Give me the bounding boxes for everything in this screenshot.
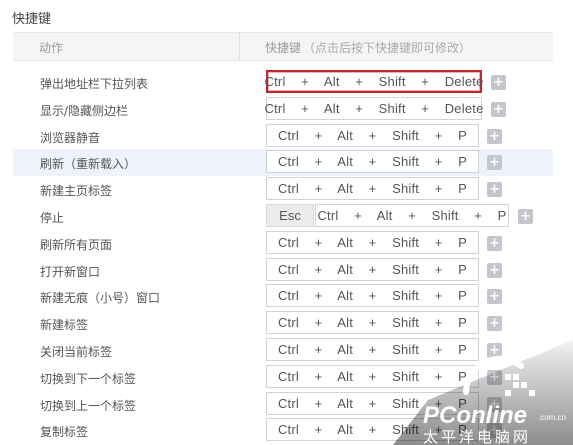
header-action: 动作 (39, 41, 64, 55)
shortcut-row: 刷新（重新载入） Ctrl + Alt + Shift + P + (13, 149, 553, 177)
shortcut-action-label: 刷新（重新载入） (40, 157, 137, 172)
shortcut-row: 停止 Esc Ctrl + Alt + Shift + P + (13, 203, 553, 230)
shortcut-key-field[interactable]: Ctrl + Alt + Shift + Delete (265, 96, 483, 120)
shortcut-key-field[interactable]: Esc (266, 203, 314, 227)
shortcut-key-field[interactable]: Ctrl + Alt + Shift + P (266, 123, 479, 147)
shortcut-action-label: 打开新窗口 (40, 264, 101, 279)
watermark-domain: .com.cn (538, 413, 566, 422)
watermark-chinese: 太平洋电脑网 (423, 428, 531, 445)
shortcut-row: 浏览器静音 Ctrl + Alt + Shift + P + (13, 123, 553, 150)
shortcut-row: 新建标签 Ctrl + Alt + Shift + P + (13, 310, 553, 337)
shortcut-key-field[interactable]: Ctrl + Alt + Shift + P (315, 203, 509, 227)
shortcut-action-label: 刷新所有页面 (40, 237, 113, 252)
shortcut-key-field[interactable]: Ctrl + Alt + Shift + P (266, 284, 479, 308)
shortcut-row: 新建无痕（小号）窗口 Ctrl + Alt + Shift + P + (13, 283, 553, 310)
shortcut-key-field[interactable]: Ctrl + Alt + Shift + P (266, 150, 479, 174)
shortcut-action-label: 弹出地址栏下拉列表 (40, 77, 149, 91)
add-shortcut-button[interactable]: + (518, 208, 533, 224)
add-shortcut-button[interactable]: + (487, 155, 502, 171)
shortcut-action-label: 新建标签 (40, 318, 89, 333)
add-shortcut-button[interactable]: + (487, 128, 502, 144)
watermark-brand: PConline (423, 402, 527, 429)
table-header: 动作 快捷键 （点击后按下快捷键即可修改） (13, 32, 553, 61)
add-shortcut-button[interactable]: + (487, 182, 502, 198)
shortcut-row: 打开新窗口 Ctrl + Alt + Shift + P + (13, 257, 553, 284)
shortcut-key-field[interactable]: Ctrl + Alt + Shift + P (266, 311, 479, 335)
shortcut-row: 新建主页标签 Ctrl + Alt + Shift + P + (13, 176, 553, 203)
shortcut-action-label: 切换到上一个标签 (40, 398, 137, 413)
add-shortcut-button[interactable]: + (491, 75, 506, 90)
shortcut-action-label: 复制标签 (40, 425, 89, 440)
shortcut-key-field[interactable]: Ctrl + Alt + Shift + P (266, 177, 479, 201)
header-shortcut-label: 快捷键 (265, 41, 302, 55)
shortcut-key-field[interactable]: Ctrl + Alt + Shift + P (266, 230, 479, 254)
shortcut-row: 显示/隐藏侧边栏 Ctrl + Alt + Shift + Delete + (13, 96, 553, 123)
shortcut-row: 弹出地址栏下拉列表 Ctrl + Alt + Shift + Delete + (13, 69, 553, 96)
shortcut-row: 刷新所有页面 Ctrl + Alt + Shift + P + (13, 230, 553, 257)
shortcut-key-field[interactable]: Ctrl + Alt + Shift + P (266, 257, 479, 281)
header-divider (239, 33, 240, 60)
shortcut-key-field[interactable]: Ctrl + Alt + Shift + Delete (265, 70, 483, 93)
shortcut-action-label: 新建主页标签 (40, 184, 113, 199)
page-title: 快捷键 (12, 12, 52, 27)
header-shortcut: 快捷键 （点击后按下快捷键即可修改） (265, 39, 471, 56)
shortcut-action-label: 显示/隐藏侧边栏 (40, 103, 129, 118)
add-shortcut-button[interactable]: + (487, 289, 502, 305)
header-shortcut-hint: （点击后按下快捷键即可修改） (303, 41, 472, 55)
shortcut-action-label: 浏览器静音 (40, 130, 101, 145)
shortcut-action-label: 新建无痕（小号）窗口 (40, 291, 161, 306)
shortcut-action-label: 关闭当前标签 (40, 344, 113, 359)
add-shortcut-button[interactable]: + (487, 262, 502, 278)
pconline-watermark: PConline .com.cn 太平洋电脑网 (393, 340, 573, 445)
add-shortcut-button[interactable]: + (487, 316, 502, 332)
shortcut-action-label: 切换到下一个标签 (40, 371, 137, 386)
add-shortcut-button[interactable]: + (491, 101, 506, 117)
shortcut-action-label: 停止 (40, 210, 65, 225)
add-shortcut-button[interactable]: + (487, 235, 502, 251)
